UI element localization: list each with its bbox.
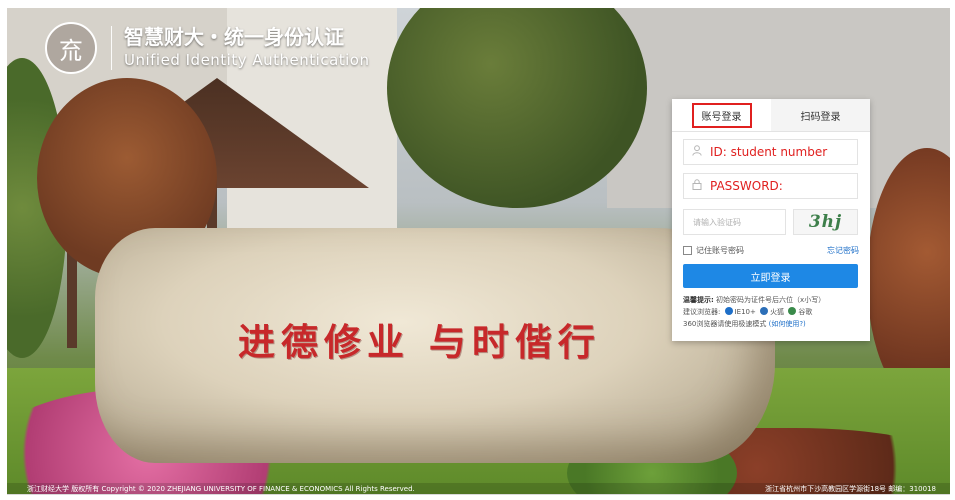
username-value: ID: student number	[710, 145, 828, 159]
login-tips: 温馨提示: 初始密码为证件号后六位（x小写） 建议浏览器: IE10+ 火狐 谷…	[683, 294, 863, 330]
tip-line-360: 360浏览器请使用极速模式 (如何使用?)	[683, 318, 863, 330]
stone-motto: 进德修业 与时偕行	[238, 320, 601, 364]
page-footer: 浙江财经大学 版权所有 Copyright © 2020 ZHEJIANG UN…	[7, 483, 950, 495]
header-divider	[111, 26, 112, 70]
tab-qr-login[interactable]: 扫码登录	[771, 99, 870, 131]
site-title: 智慧财大・统一身份认证	[124, 25, 344, 49]
site-header: 㐬 智慧财大・统一身份认证 Unified Identity Authentic…	[45, 22, 370, 74]
captcha-input[interactable]: 请输入验证码	[683, 209, 786, 235]
how-to-use-link[interactable]: (如何使用?)	[769, 320, 806, 328]
tip-prefix: 建议浏览器:	[683, 308, 721, 316]
user-icon	[684, 145, 710, 159]
copyright-text: 浙江财经大学 版权所有 Copyright © 2020 ZHEJIANG UN…	[27, 485, 415, 493]
remember-me[interactable]: 记住账号密码	[683, 245, 744, 256]
tab-label: 扫码登录	[800, 111, 841, 123]
tip-line-password: 温馨提示: 初始密码为证件号后六位（x小写）	[683, 294, 863, 306]
tip-line-browsers: 建议浏览器: IE10+ 火狐 谷歌	[683, 306, 863, 318]
chrome-icon	[788, 307, 797, 315]
tab-account-login[interactable]: 账号登录	[672, 99, 771, 131]
address-text: 浙江省杭州市下沙高教园区学源街18号 邮编：310018	[765, 485, 936, 493]
tip-prefix: 温馨提示:	[683, 296, 714, 304]
login-tabs: 账号登录 扫码登录	[672, 99, 870, 132]
forgot-password-link[interactable]: 忘记密码	[827, 245, 859, 256]
tip-text: 初始密码为证件号后六位（x小写）	[716, 296, 826, 304]
browser-ie: IE10+	[734, 308, 756, 316]
remember-checkbox[interactable]	[683, 246, 692, 255]
tip-text: 360浏览器请使用极速模式	[683, 320, 767, 328]
captcha-image[interactable]: 3hj	[793, 209, 858, 235]
firefox-icon	[760, 307, 769, 315]
university-emblem-icon: 㐬	[45, 22, 97, 74]
browser-chrome: 谷歌	[798, 308, 813, 316]
ie-icon	[724, 307, 733, 315]
login-button[interactable]: 立即登录	[683, 264, 858, 288]
browser-firefox: 火狐	[770, 308, 785, 316]
header-text: 智慧财大・统一身份认证 Unified Identity Authenticat…	[124, 25, 370, 71]
username-field[interactable]: ID: student number	[683, 139, 858, 165]
password-field[interactable]: PASSWORD:	[683, 173, 858, 199]
tab-label: 账号登录	[691, 102, 752, 128]
site-subtitle: Unified Identity Authentication	[124, 51, 370, 69]
login-panel: 账号登录 扫码登录 ID: student number PASSWORD: 请…	[672, 99, 870, 341]
password-value: PASSWORD:	[710, 179, 783, 193]
remember-label: 记住账号密码	[696, 246, 744, 255]
lock-icon	[684, 179, 710, 193]
